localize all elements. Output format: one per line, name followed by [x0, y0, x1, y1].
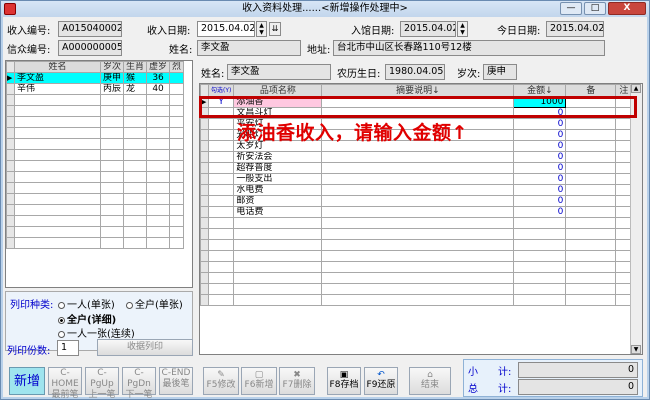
birth-label: 农历生日: — [337, 69, 381, 80]
col-year[interactable]: 岁次 — [99, 61, 125, 73]
radio-selected-icon — [58, 316, 65, 324]
table-row[interactable]: 水电费 0 — [200, 184, 633, 196]
restore-button[interactable]: ↶ F9还原 — [364, 367, 398, 395]
address-field: 台北市中山区长春路110号12楼 — [333, 40, 605, 56]
print-copies-field[interactable]: 1 — [57, 340, 79, 356]
delete-button[interactable]: ✖ F7删除 — [279, 367, 315, 395]
table-row[interactable]: ▶ 李文盈 庚申 猴 36 — [6, 72, 185, 84]
subtotal-label: 小 计: — [468, 367, 512, 378]
table-row[interactable]: 一般支出 0 — [200, 173, 633, 185]
print-copies-label: 列印份数: — [7, 346, 51, 357]
receipt-no-field: A015040002 — [58, 21, 122, 37]
last-record-button[interactable]: C-END 最後笔 — [159, 367, 193, 395]
save-button[interactable]: ▣ F8存档 — [327, 367, 361, 395]
col-item[interactable]: 品项名称 — [233, 84, 323, 97]
add-icon: ▢ — [254, 370, 264, 380]
year-field: 庚申 — [483, 64, 517, 80]
col-memo[interactable]: 摘要说明↓ — [321, 84, 515, 97]
radio-icon — [126, 301, 133, 309]
edit-button[interactable]: ✎ F5修改 — [203, 367, 239, 395]
member-grid[interactable]: 姓名 岁次 生肖 虚岁 烈 ▶ 李文盈 庚申 猴 36 辛伟 丙辰 龙 40 — [5, 60, 193, 288]
income-date-field[interactable]: 2015.04.02 — [197, 21, 255, 37]
exit-icon: ⌂ — [427, 370, 433, 380]
right-name-label: 姓名: — [201, 69, 225, 80]
entry-date-field: 2015.04.02 — [400, 21, 456, 37]
col-zodiac[interactable]: 生肖 — [123, 61, 148, 73]
close-button[interactable]: X — [608, 2, 646, 15]
opt-one-single[interactable]: 一人(单张) — [58, 296, 115, 311]
totals-panel: 小 计: 0 总 计: 0 — [463, 359, 643, 397]
next-record-button[interactable]: C-PgDn 下一笔 — [122, 367, 156, 400]
believer-no-field: A000000005 — [58, 40, 122, 56]
app-window: 收入资料处理......<新增操作处理中> — □ X 收入编号: A01504… — [0, 0, 650, 400]
add-button[interactable]: ▢ F6新增 — [241, 367, 277, 395]
entry-date-label: 入馆日期: — [351, 26, 395, 37]
year-label: 岁次: — [457, 69, 481, 80]
subtotal-field: 0 — [518, 362, 638, 378]
total-label: 总 计: — [468, 384, 512, 395]
table-row[interactable]: 电话费 0 — [200, 206, 633, 218]
opt-family-detail[interactable]: 全户(详细) — [58, 311, 116, 326]
opt-family-single[interactable]: 全户(单张) — [126, 296, 183, 311]
right-name-field: 李文盈 — [227, 64, 331, 80]
table-row[interactable]: 祈安法会 0 — [200, 151, 633, 163]
print-receipt-button[interactable]: 收据列印 — [97, 339, 193, 356]
income-date-label: 收入日期: — [147, 26, 191, 37]
undo-icon: ↶ — [377, 370, 385, 380]
receipt-no-label: 收入编号: — [7, 26, 51, 37]
title-bar: 收入资料处理......<新增操作处理中> — □ X — [1, 1, 649, 17]
table-row[interactable]: 邮资 0 — [200, 195, 633, 207]
entry-date-spin[interactable]: ▲ ▼ — [457, 21, 468, 37]
name-field: 李文盈 — [197, 40, 301, 56]
save-icon: ▣ — [339, 370, 349, 380]
radio-icon — [58, 301, 65, 309]
address-label: 地址: — [307, 45, 331, 56]
radio-icon — [58, 330, 65, 338]
vertical-scrollbar[interactable]: ▲ ▼ — [630, 84, 642, 354]
table-row[interactable]: 超荐普度 0 — [200, 162, 633, 174]
window-title: 收入资料处理......<新增操作处理中> — [242, 3, 408, 14]
delete-icon: ✖ — [293, 370, 301, 380]
minimize-button[interactable]: — — [560, 2, 582, 15]
instruction-annotation: 添油香收入，请输入金额↑ — [237, 122, 468, 144]
today-label: 今日日期: — [497, 26, 541, 37]
opt-one-each[interactable]: 一人一张(连续) — [58, 325, 135, 340]
today-field: 2015.04.02 — [546, 21, 604, 37]
member-table: 姓名 岁次 生肖 虚岁 烈 ▶ 李文盈 庚申 猴 36 辛伟 丙辰 龙 40 — [6, 61, 185, 249]
total-field: 0 — [518, 379, 638, 395]
prev-record-button[interactable]: C-PgUp 上一笔 — [85, 367, 119, 400]
scroll-down-icon[interactable]: ▼ — [631, 345, 641, 354]
highlight-box — [199, 96, 637, 118]
col-age[interactable]: 虚岁 — [146, 61, 171, 73]
print-type-label: 列印种类: — [10, 300, 54, 311]
maximize-button[interactable]: □ — [584, 2, 606, 15]
edit-icon: ✎ — [217, 370, 225, 380]
birth-field: 1980.04.05 — [385, 64, 445, 80]
new-button[interactable]: 新增 — [9, 367, 45, 395]
col-note[interactable]: 备 — [565, 84, 617, 97]
col-amount[interactable]: 金额↓ — [513, 84, 567, 97]
believer-no-label: 信众编号: — [7, 45, 51, 56]
exit-button[interactable]: ⌂ 结束 — [409, 367, 451, 395]
app-icon — [4, 3, 16, 15]
col-name[interactable]: 姓名 — [14, 61, 101, 73]
main-content: 收入编号: A015040002 收入日期: 2015.04.02 ▲ ▼ ⇊ 入… — [3, 17, 647, 400]
row-pointer-icon: ▶ — [6, 72, 15, 84]
date-spin[interactable]: ▲ ▼ — [256, 21, 267, 37]
first-record-button[interactable]: C-HOME 最前笔 — [48, 367, 82, 400]
scroll-up-icon[interactable]: ▲ — [631, 84, 641, 93]
col-check[interactable]: 勾选(Y) — [207, 84, 235, 97]
date-dropdown-icon[interactable]: ⇊ — [269, 22, 281, 36]
col-x[interactable]: 烈 — [169, 61, 185, 73]
table-row[interactable]: 辛伟 丙辰 龙 40 — [6, 83, 185, 95]
name-label: 姓名: — [169, 45, 193, 56]
